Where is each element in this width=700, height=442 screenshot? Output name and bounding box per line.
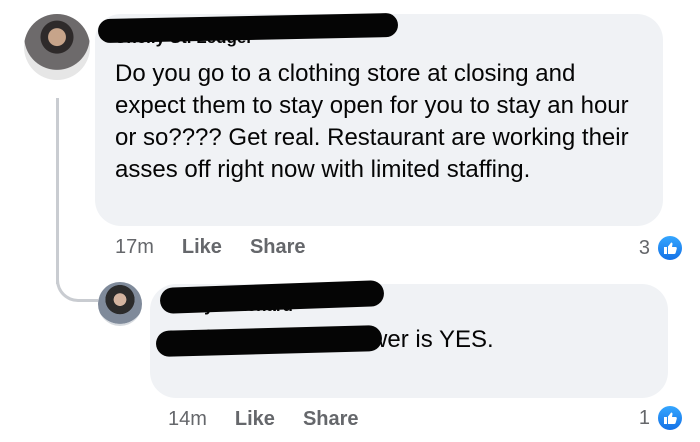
avatar[interactable] <box>98 282 142 326</box>
like-icon <box>656 404 684 432</box>
reaction-summary[interactable]: 3 <box>639 234 684 262</box>
avatar[interactable] <box>24 14 90 80</box>
comment-meta: 14m Like Share <box>168 408 387 431</box>
share-button[interactable]: Share <box>303 408 359 431</box>
thread-line-connector <box>56 262 98 302</box>
comment-meta: 17m Like Share <box>115 236 334 259</box>
comment-bubble: Shelly St. Ledger Do you go to a clothin… <box>95 14 663 226</box>
comment-timestamp[interactable]: 14m <box>168 408 207 431</box>
reaction-count: 3 <box>638 236 650 259</box>
reaction-summary[interactable]: 1 <box>639 404 684 432</box>
reaction-count: 1 <box>638 406 650 429</box>
like-button[interactable]: Like <box>182 236 222 259</box>
like-icon <box>656 234 684 262</box>
comment-text: Do you go to a clothing store at closing… <box>115 60 629 183</box>
comment-timestamp[interactable]: 17m <box>115 236 154 259</box>
share-button[interactable]: Share <box>250 236 306 259</box>
like-button[interactable]: Like <box>235 408 275 431</box>
thread-line <box>56 98 59 284</box>
